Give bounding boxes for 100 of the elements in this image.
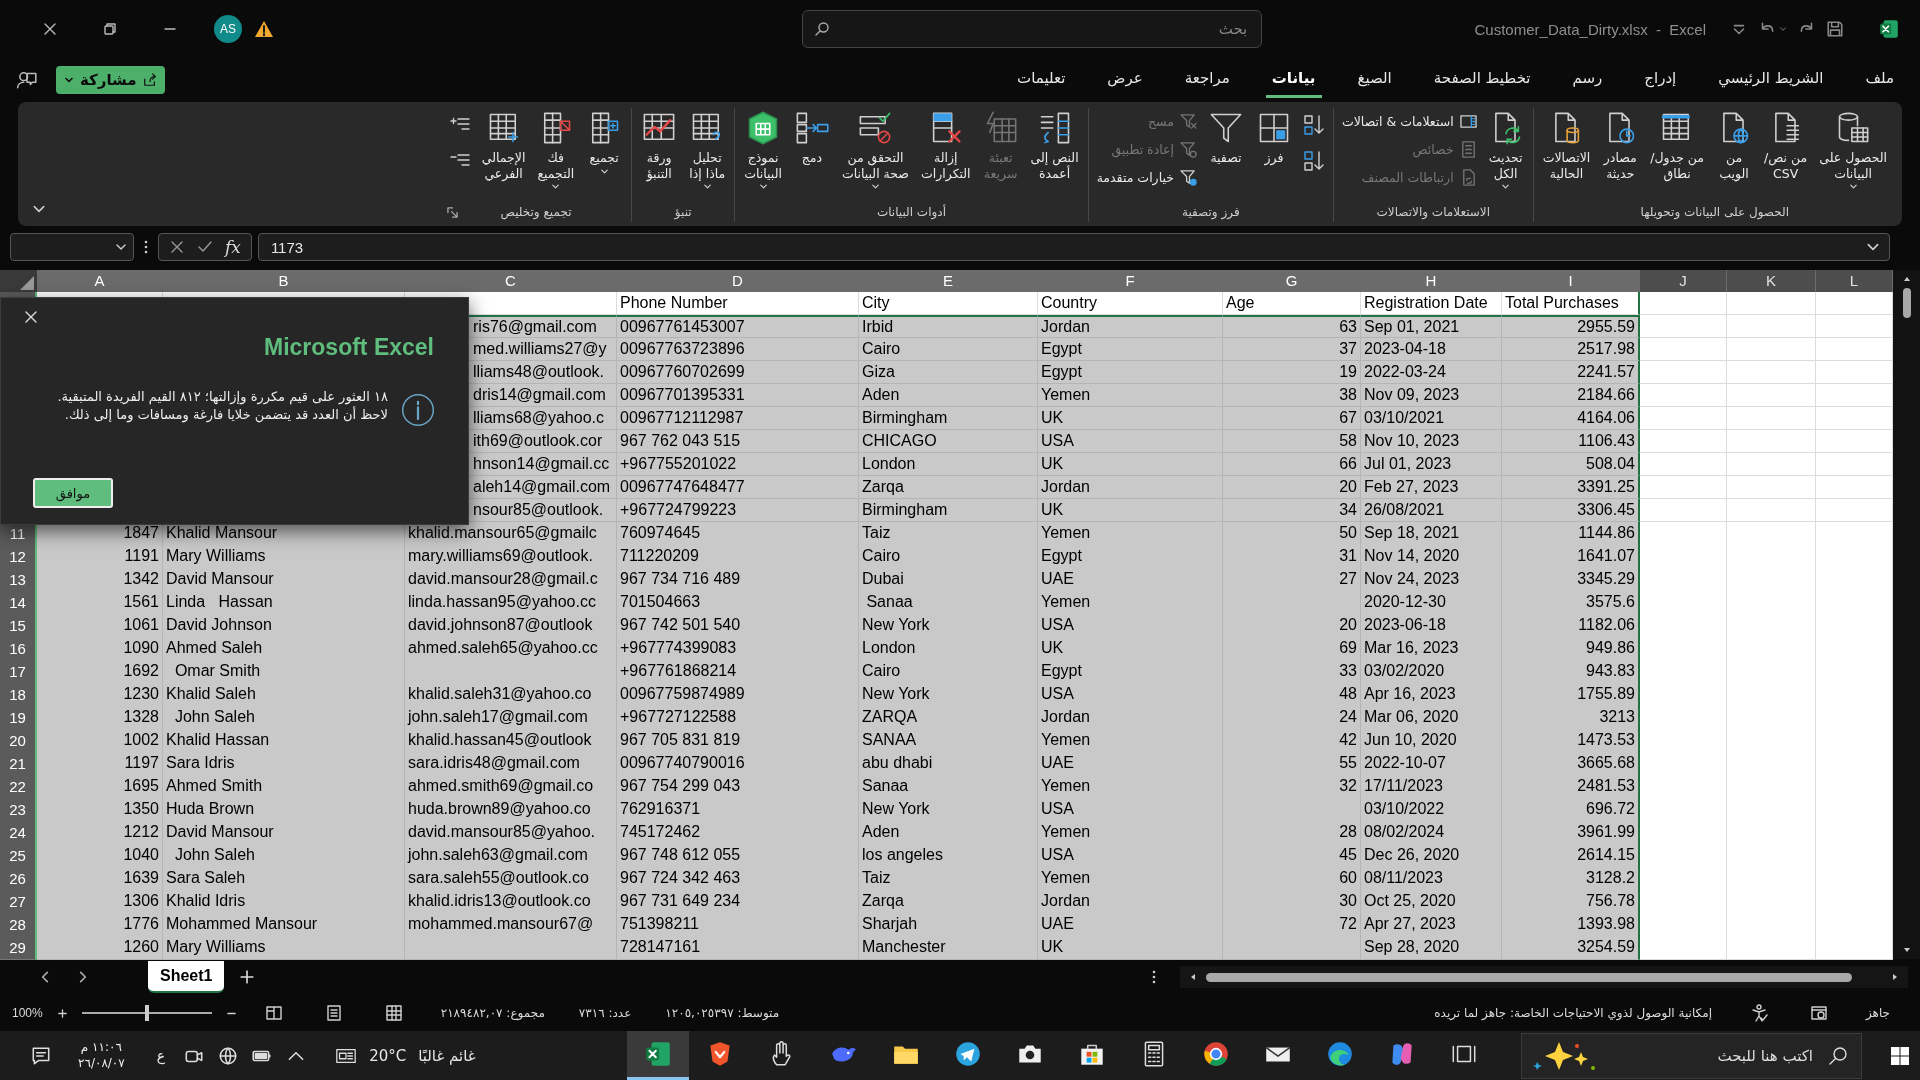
ribbon-button[interactable]: دمج bbox=[788, 108, 835, 168]
sheet-tab[interactable]: Sheet1 bbox=[148, 961, 225, 993]
dialog-launcher-icon[interactable] bbox=[446, 207, 458, 218]
restore-icon[interactable] bbox=[102, 21, 118, 37]
comments-icon[interactable] bbox=[16, 69, 38, 91]
row-header[interactable]: 21 bbox=[0, 752, 37, 776]
ribbon-button[interactable]: الإجمالي الفرعي bbox=[476, 108, 531, 184]
column-header[interactable]: F bbox=[1038, 270, 1223, 294]
ok-button[interactable]: موافق bbox=[33, 478, 113, 508]
clock[interactable]: ١١:٠٦ م ٢٦/٠٨/٠٧ bbox=[78, 1039, 125, 1072]
search-field[interactable]: بحث bbox=[802, 10, 1263, 48]
row-header[interactable]: 13 bbox=[0, 568, 37, 592]
ribbon-button[interactable]: تصفية bbox=[1202, 108, 1249, 168]
warning-icon[interactable] bbox=[254, 20, 274, 38]
ribbon-button[interactable]: من نص/ CSV bbox=[1759, 108, 1813, 184]
row-header[interactable]: 20 bbox=[0, 729, 37, 753]
row-header[interactable]: 24 bbox=[0, 821, 37, 845]
add-sheet-icon[interactable] bbox=[240, 970, 255, 984]
accessibility-icon[interactable] bbox=[1749, 1004, 1768, 1022]
close-icon[interactable] bbox=[42, 21, 58, 37]
page-break-view-icon[interactable] bbox=[264, 1004, 283, 1022]
ribbon-button[interactable]: تحليل ماذا إذا bbox=[684, 108, 731, 194]
ribbon-button[interactable]: استعلامات & اتصالات bbox=[1341, 110, 1477, 132]
horizontal-scrollbar[interactable] bbox=[1180, 966, 1908, 988]
ribbon-button[interactable]: فرز bbox=[1250, 108, 1297, 168]
row-header[interactable]: 22 bbox=[0, 775, 37, 799]
ribbon-tab[interactable]: تعليمات bbox=[1011, 62, 1072, 98]
row-header[interactable]: 29 bbox=[0, 936, 37, 960]
ribbon-tab[interactable]: إدراج bbox=[1638, 62, 1683, 98]
column-header[interactable]: L bbox=[1816, 270, 1893, 294]
row-header[interactable]: 26 bbox=[0, 867, 37, 891]
row-header[interactable]: 25 bbox=[0, 844, 37, 868]
taskbar-app[interactable] bbox=[627, 1031, 690, 1080]
ribbon-button[interactable]: الحصول على البيانات bbox=[1814, 108, 1892, 194]
ribbon-tab[interactable]: ملف bbox=[1859, 62, 1900, 98]
column-header[interactable]: D bbox=[617, 270, 859, 294]
vertical-scrollbar[interactable] bbox=[1893, 270, 1920, 959]
ribbon-button[interactable]: خيارات متقدمة bbox=[1096, 166, 1197, 188]
row-header[interactable]: 19 bbox=[0, 706, 37, 730]
sort-descending-icon[interactable] bbox=[1302, 150, 1325, 172]
ribbon-tab[interactable]: مراجعة bbox=[1178, 62, 1236, 98]
more-icon[interactable] bbox=[144, 239, 148, 255]
language-indicator[interactable]: ع bbox=[156, 1047, 166, 1064]
column-header[interactable]: J bbox=[1640, 270, 1727, 294]
sort-ascending-icon[interactable] bbox=[1302, 114, 1325, 136]
save-icon[interactable] bbox=[1826, 20, 1844, 38]
cancel-icon[interactable] bbox=[169, 239, 185, 255]
ribbon-tab[interactable]: تخطيط الصفحة bbox=[1427, 62, 1537, 98]
row-header[interactable]: 28 bbox=[0, 913, 37, 937]
column-header[interactable]: E bbox=[859, 270, 1038, 294]
ribbon-button[interactable]: مصادر حديثة bbox=[1597, 108, 1644, 184]
insert-function-button[interactable]: fx bbox=[225, 237, 241, 257]
ribbon-tab[interactable]: بيانات bbox=[1265, 62, 1322, 98]
ribbon-button[interactable]: ورقة التنبؤ bbox=[636, 108, 683, 184]
column-header[interactable]: K bbox=[1727, 270, 1816, 294]
column-header[interactable]: C bbox=[405, 270, 617, 294]
ribbon-button[interactable]: النص إلى أعمدة bbox=[1025, 108, 1084, 184]
ribbon-button[interactable]: فك التجميع bbox=[532, 108, 580, 194]
ribbon-button[interactable]: التحقق من صحة البيانات bbox=[836, 108, 914, 194]
column-header[interactable]: I bbox=[1502, 270, 1640, 294]
row-header[interactable]: 12 bbox=[0, 545, 37, 569]
column-header[interactable]: H bbox=[1361, 270, 1502, 294]
ribbon-button[interactable]: من جدول/ نطاق bbox=[1645, 108, 1710, 184]
user-avatar[interactable]: AS bbox=[214, 15, 242, 43]
normal-view-icon[interactable] bbox=[384, 1004, 403, 1022]
ribbon-tab[interactable]: عرض bbox=[1101, 62, 1149, 98]
ribbon-tab[interactable]: رسم bbox=[1566, 62, 1609, 98]
ribbon-button[interactable]: تحديث الكل bbox=[1482, 108, 1529, 194]
row-header[interactable]: 15 bbox=[0, 614, 37, 638]
share-button[interactable]: مشاركة bbox=[56, 66, 165, 94]
start-icon[interactable] bbox=[1890, 1045, 1910, 1066]
ribbon-button[interactable]: تجميع bbox=[581, 108, 628, 178]
page-layout-view-icon[interactable] bbox=[324, 1004, 343, 1022]
macro-record-icon[interactable] bbox=[1809, 1004, 1828, 1022]
ribbon-button[interactable]: إزالة التكرارات bbox=[916, 108, 976, 184]
zoom-in-icon[interactable] bbox=[56, 1007, 68, 1019]
scrollbar-thumb[interactable] bbox=[1902, 288, 1911, 318]
row-header[interactable]: 16 bbox=[0, 637, 37, 661]
column-header[interactable]: A bbox=[37, 270, 163, 294]
select-all-corner[interactable] bbox=[0, 270, 37, 292]
ribbon-button[interactable]: نموذج البيانات bbox=[739, 108, 787, 194]
zoom-level[interactable]: 100% bbox=[12, 1006, 43, 1020]
row-header[interactable]: 17 bbox=[0, 660, 37, 684]
ribbon-tab[interactable]: الشريط الرئيسي bbox=[1712, 62, 1830, 98]
row-header[interactable]: 27 bbox=[0, 890, 37, 914]
accessibility-status[interactable]: إمكانية الوصول لذوي الاحتياجات الخاصة: جاهز لما تريده bbox=[1434, 1006, 1712, 1020]
column-header[interactable]: G bbox=[1223, 270, 1361, 294]
ribbon-tab[interactable]: الصيغ bbox=[1351, 62, 1398, 98]
formula-field[interactable]: 1173 bbox=[257, 233, 1890, 261]
taskbar-search-field[interactable]: اكتب هنا للبحث bbox=[1521, 1032, 1862, 1079]
scrollbar-thumb[interactable] bbox=[1206, 972, 1852, 982]
ribbon-button[interactable]: من الويب bbox=[1711, 108, 1758, 184]
ribbon-button[interactable]: الاتصالات الحالية bbox=[1537, 108, 1596, 184]
row-header[interactable]: 23 bbox=[0, 798, 37, 822]
more-icon[interactable] bbox=[1152, 969, 1156, 985]
row-header[interactable]: 18 bbox=[0, 683, 37, 707]
row-header[interactable]: 14 bbox=[0, 591, 37, 615]
table-cell: 751398211 bbox=[617, 913, 859, 937]
column-header[interactable]: B bbox=[163, 270, 405, 294]
close-icon[interactable] bbox=[23, 309, 39, 325]
